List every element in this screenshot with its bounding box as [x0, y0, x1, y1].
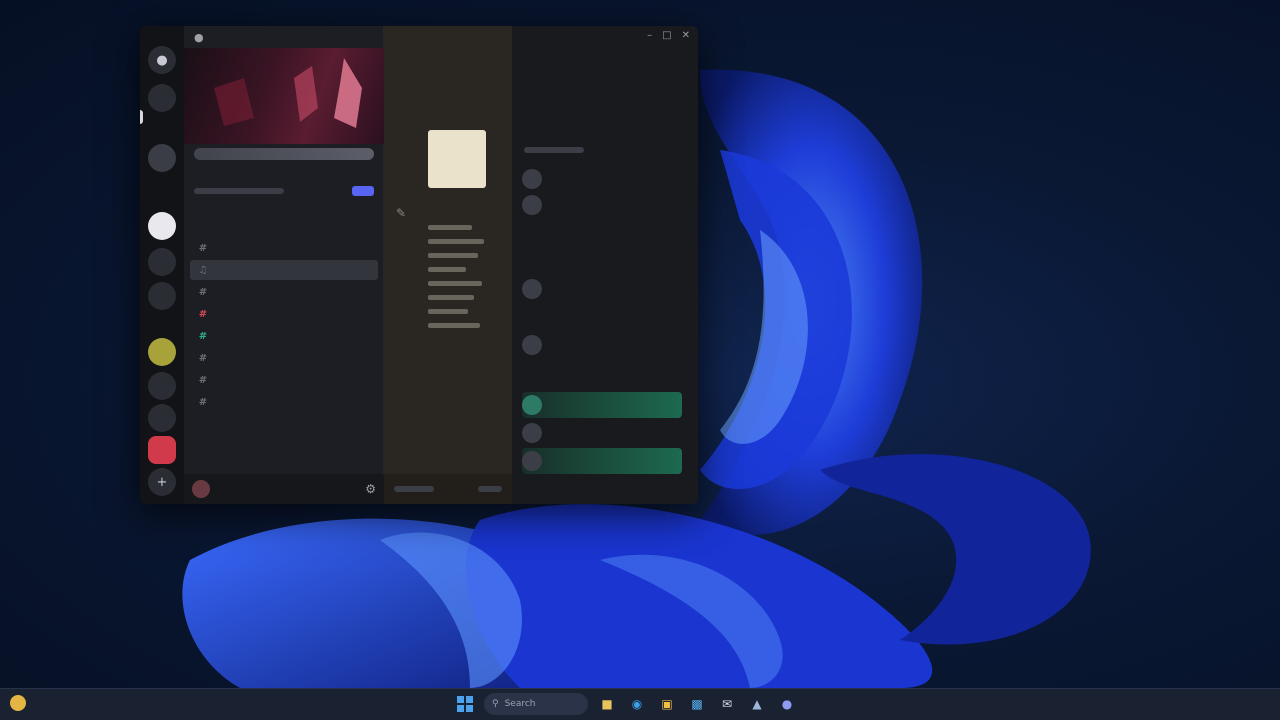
browser-icon[interactable]: ◉ — [626, 693, 648, 715]
avatar — [522, 195, 542, 215]
avatar — [522, 395, 542, 415]
mail-icon[interactable]: ✉ — [716, 693, 738, 715]
app-icon[interactable]: ▲ — [746, 693, 768, 715]
window-controls: – □ ✕ — [647, 30, 690, 41]
discord-icon[interactable]: ● — [776, 693, 798, 715]
chat-panel: ✎ — [384, 26, 512, 504]
desktop-wallpaper: ● + ● # ♫ # # # # # # ⚙ ✎ – □ ✕ — [0, 0, 1280, 688]
message-icon[interactable]: ✎ — [396, 206, 406, 220]
channel-item[interactable]: # — [190, 326, 378, 346]
close-icon[interactable]: ✕ — [682, 30, 690, 41]
chat-footer — [384, 474, 512, 504]
hash-icon: # — [198, 374, 208, 386]
server-rail: ● + — [140, 26, 184, 504]
store-icon[interactable]: ▩ — [686, 693, 708, 715]
folder-icon[interactable]: ▣ — [656, 693, 678, 715]
footer-text-placeholder — [394, 486, 434, 492]
maximize-icon[interactable]: □ — [662, 30, 671, 41]
server-icon[interactable] — [148, 84, 176, 112]
members-panel: – □ ✕ — [512, 26, 698, 504]
channel-list: # ♫ # # # # # # — [184, 236, 384, 414]
windows-logo-icon — [457, 696, 473, 712]
server-icon[interactable] — [148, 436, 176, 464]
avatar — [522, 279, 542, 299]
avatar[interactable] — [192, 480, 210, 498]
invite-button[interactable] — [352, 186, 374, 196]
channel-item[interactable]: # — [190, 282, 378, 302]
selected-server-indicator — [140, 110, 143, 124]
hash-icon: # — [198, 242, 208, 254]
home-icon[interactable]: ● — [148, 46, 176, 74]
server-header[interactable]: ● — [184, 26, 383, 48]
discord-window[interactable]: ● + ● # ♫ # # # # # # ⚙ ✎ – □ ✕ — [140, 26, 698, 504]
speaker-icon: ♫ — [198, 264, 208, 276]
taskbar-search[interactable]: ⚲ Search — [484, 693, 588, 715]
minimize-icon[interactable]: – — [647, 30, 652, 41]
search-icon: ⚲ — [492, 699, 499, 709]
member-item[interactable] — [522, 276, 682, 302]
channel-item[interactable]: # — [190, 370, 378, 390]
channel-item-active[interactable]: ♫ — [190, 260, 378, 280]
server-icon[interactable] — [148, 338, 176, 366]
hash-icon: # — [198, 396, 208, 408]
user-panel: ⚙ — [184, 474, 384, 504]
invite-text-placeholder — [194, 188, 284, 194]
member-item-activity[interactable] — [522, 392, 682, 418]
invite-row[interactable] — [194, 182, 374, 200]
weather-sun-icon — [10, 695, 26, 711]
server-icon[interactable] — [148, 372, 176, 400]
avatar — [522, 423, 542, 443]
search-placeholder: Search — [504, 699, 536, 709]
member-item-activity[interactable] — [522, 448, 682, 474]
weather-widget[interactable] — [10, 695, 32, 711]
taskbar: ⚲ Search ■ ◉ ▣ ▩ ✉ ▲ ● — [0, 688, 1280, 720]
hash-icon: # — [198, 352, 208, 364]
member-item[interactable] — [522, 192, 682, 218]
add-server-icon[interactable]: + — [148, 468, 176, 496]
taskbar-apps: ⚲ Search ■ ◉ ▣ ▩ ✉ ▲ ● — [454, 693, 798, 715]
hash-icon: # — [198, 286, 208, 298]
image-attachment[interactable] — [428, 130, 486, 188]
server-icon[interactable] — [148, 212, 176, 240]
footer-action-placeholder[interactable] — [478, 486, 502, 492]
avatar — [522, 169, 542, 189]
server-icon[interactable] — [148, 144, 176, 172]
channel-item[interactable]: # — [190, 348, 378, 368]
server-icon[interactable] — [148, 282, 176, 310]
member-item[interactable] — [522, 166, 682, 192]
channel-panel: ● # ♫ # # # # # # ⚙ — [184, 26, 384, 504]
server-icon[interactable] — [148, 248, 176, 276]
server-banner — [184, 48, 384, 144]
channel-item[interactable]: # — [190, 392, 378, 412]
boost-progress-bar — [194, 148, 374, 160]
hash-icon: # — [198, 308, 208, 320]
file-explorer-icon[interactable]: ■ — [596, 693, 618, 715]
hash-icon: # — [198, 330, 208, 342]
channel-item[interactable]: # — [190, 238, 378, 258]
avatar — [522, 451, 542, 471]
chat-title — [384, 26, 512, 48]
message-text-block — [428, 216, 498, 337]
start-button[interactable] — [454, 693, 476, 715]
server-dot-icon: ● — [194, 30, 204, 44]
server-icon[interactable] — [148, 404, 176, 432]
avatar — [522, 335, 542, 355]
banner-artwork — [214, 58, 362, 128]
member-group-header — [524, 146, 584, 155]
member-item[interactable] — [522, 332, 682, 358]
channel-item[interactable]: # — [190, 304, 378, 324]
gear-icon[interactable]: ⚙ — [365, 482, 376, 496]
member-item[interactable] — [522, 420, 682, 446]
